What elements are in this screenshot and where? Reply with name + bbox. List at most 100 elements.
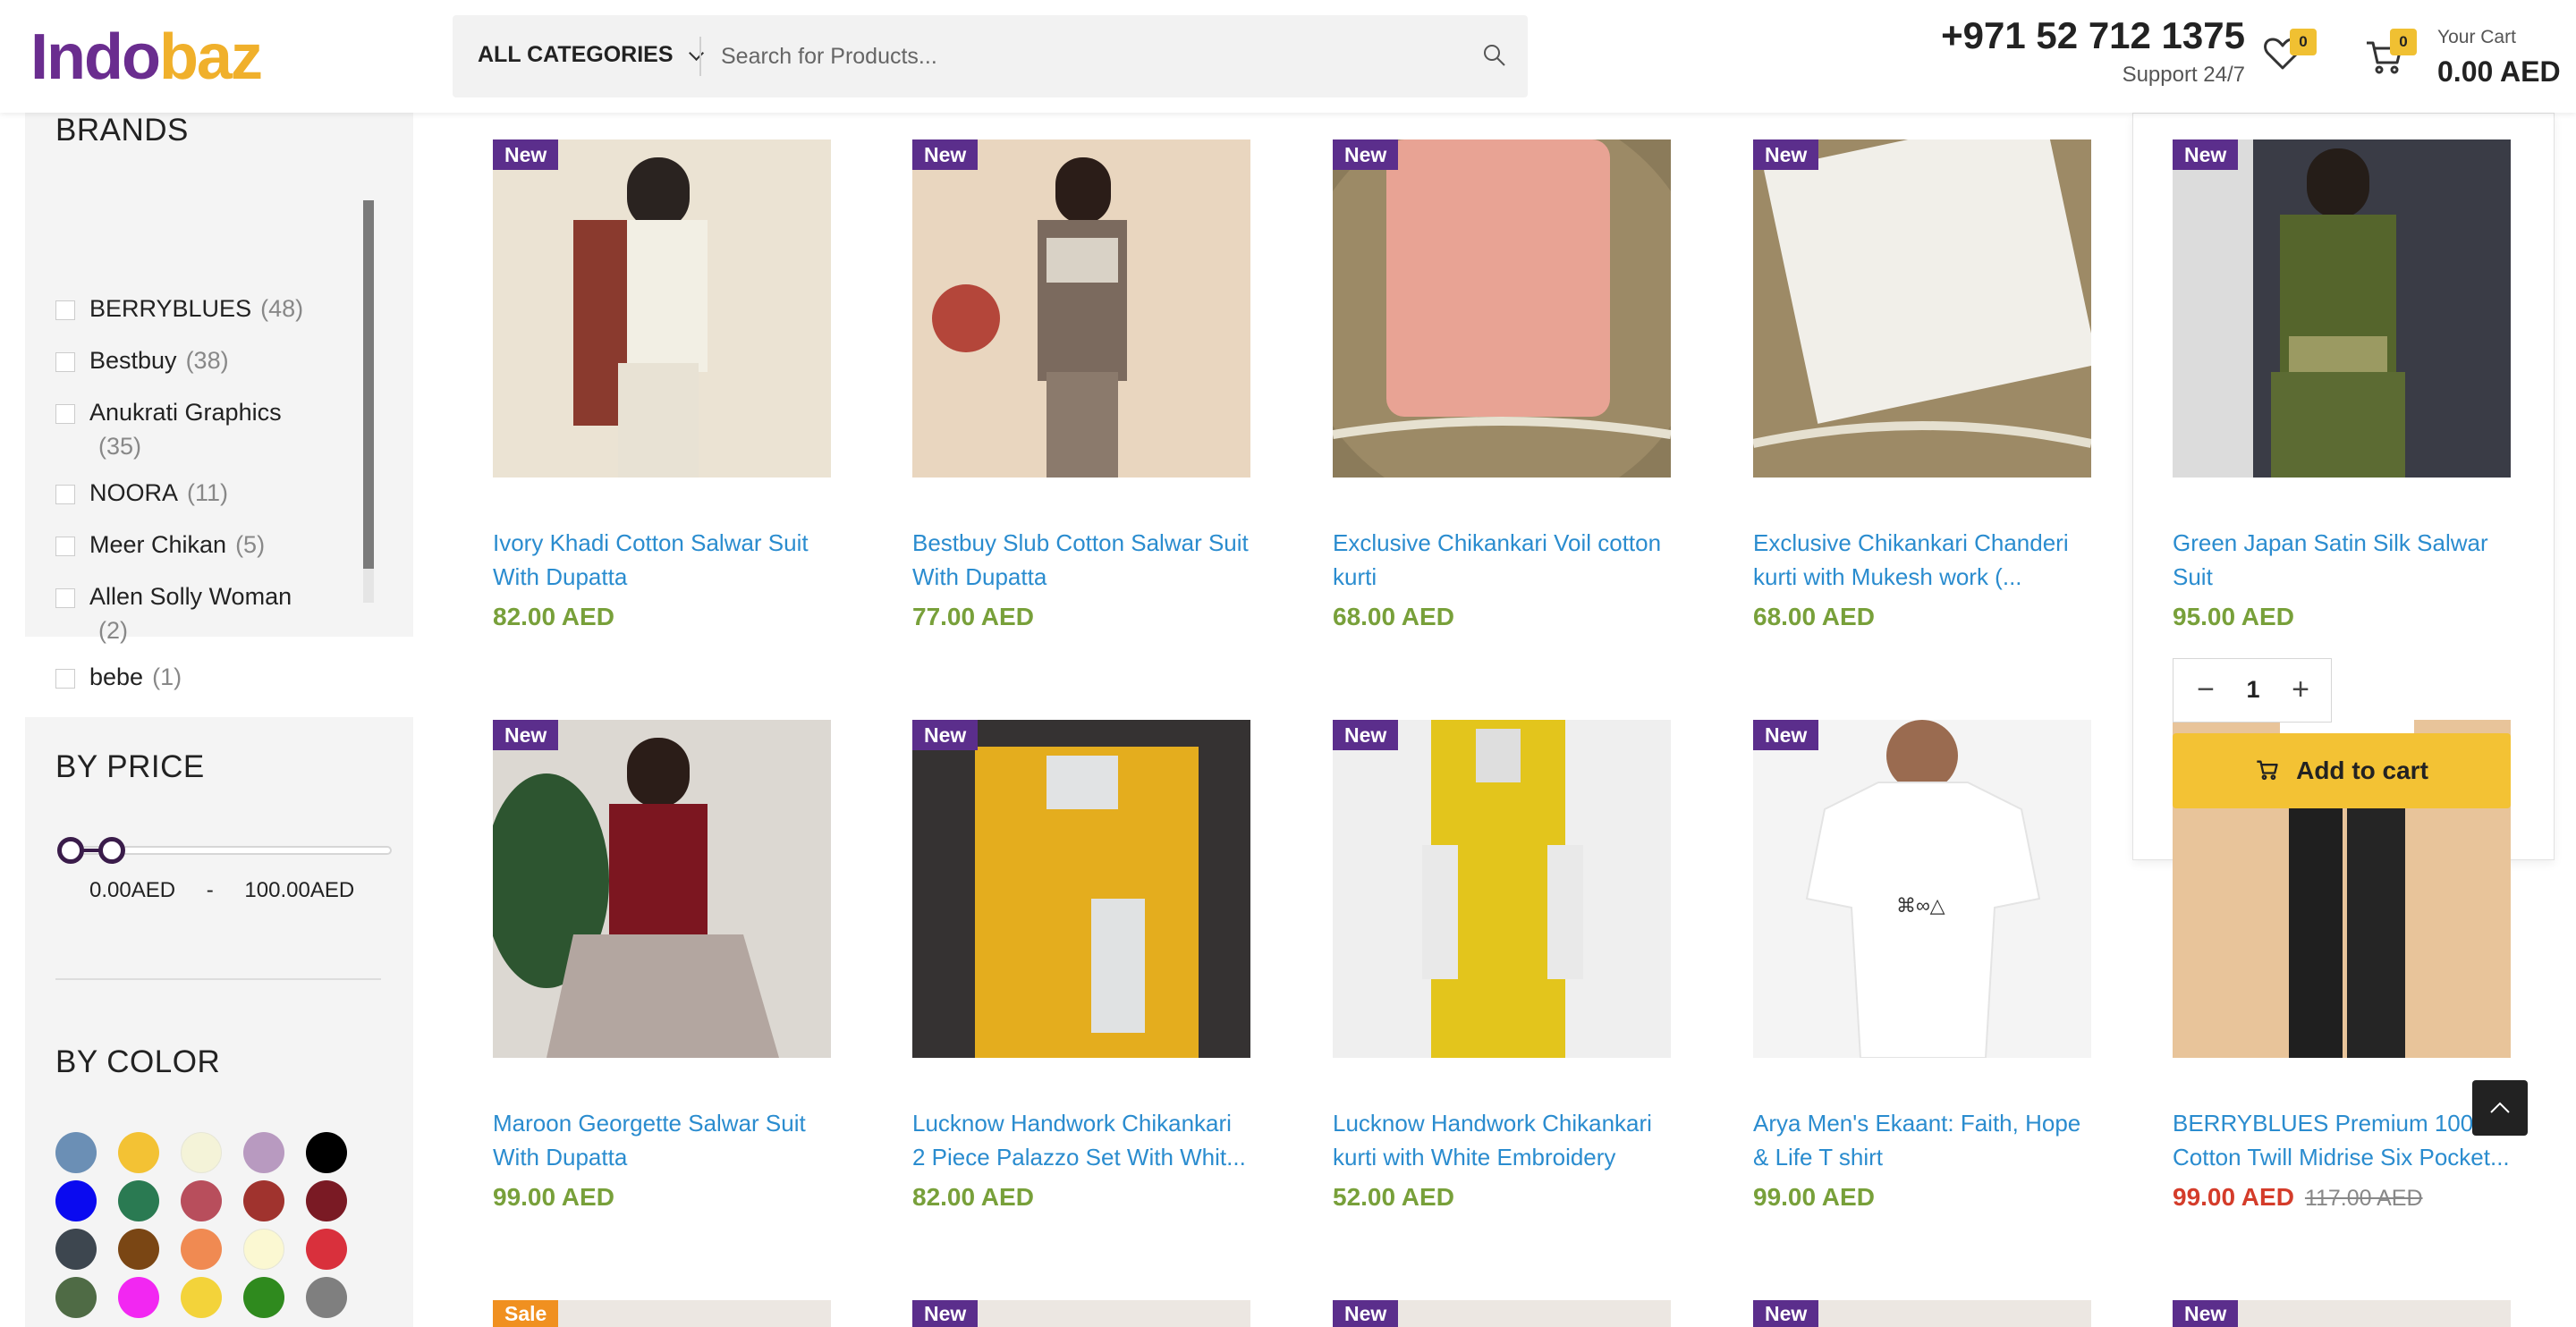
- quantity-decrease-button[interactable]: −: [2191, 674, 2220, 705]
- color-swatch[interactable]: [55, 1277, 97, 1318]
- product-card[interactable]: New: [1753, 1300, 2091, 1327]
- product-card[interactable]: New Exclusive Chikankari Voil cotton kur…: [1333, 139, 1671, 640]
- product-image[interactable]: [1333, 139, 1671, 478]
- brand-checkbox[interactable]: [55, 352, 75, 372]
- product-title[interactable]: Lucknow Handwork Chikankari 2 Piece Pala…: [912, 1106, 1250, 1174]
- color-swatch[interactable]: [181, 1180, 222, 1221]
- brand-name: Allen Solly Woman: [89, 583, 292, 610]
- product-title[interactable]: Maroon Georgette Salwar Suit With Dupatt…: [493, 1106, 831, 1174]
- price-title: BY PRICE: [55, 749, 205, 784]
- scroll-to-top-button[interactable]: [2472, 1080, 2528, 1136]
- product-card[interactable]: New Exclusive Chikankari Chanderi kurti …: [1753, 139, 2091, 640]
- category-dropdown[interactable]: ALL CATEGORIES: [478, 42, 704, 68]
- product-image[interactable]: [912, 139, 1250, 478]
- product-image[interactable]: [1333, 720, 1671, 1058]
- product-title[interactable]: Exclusive Chikankari Chanderi kurti with…: [1753, 526, 2091, 594]
- product-tag: New: [493, 720, 559, 750]
- product-image[interactable]: [2173, 139, 2511, 478]
- product-card[interactable]: New Green Japan Satin Silk Salwar Suit 9…: [2173, 139, 2511, 640]
- product-title[interactable]: Bestbuy Slub Cotton Salwar Suit With Dup…: [912, 526, 1250, 594]
- color-swatch[interactable]: [243, 1277, 284, 1318]
- product-title[interactable]: Arya Men's Ekaant: Faith, Hope & Life T …: [1753, 1106, 2091, 1174]
- color-swatch[interactable]: [55, 1180, 97, 1221]
- price-slider-min-handle[interactable]: [57, 837, 84, 864]
- product-tag: New: [912, 139, 979, 170]
- product-card[interactable]: Sale: [493, 1300, 831, 1327]
- color-swatch[interactable]: [306, 1180, 347, 1221]
- product-card[interactable]: New Ivory Khadi Cotton Salwar Suit With …: [493, 139, 831, 640]
- product-photo: [912, 139, 1250, 478]
- product-tag: New: [1753, 1300, 1819, 1327]
- color-swatch[interactable]: [243, 1180, 284, 1221]
- color-swatch[interactable]: [118, 1180, 159, 1221]
- brand-name: Bestbuy: [89, 347, 177, 374]
- product-title[interactable]: Green Japan Satin Silk Salwar Suit: [2173, 526, 2511, 594]
- quantity-input[interactable]: [2227, 672, 2279, 707]
- product-card[interactable]: New: [2173, 1300, 2511, 1327]
- product-image[interactable]: [493, 720, 831, 1058]
- color-swatch[interactable]: [118, 1132, 159, 1173]
- quantity-increase-button[interactable]: +: [2286, 674, 2315, 705]
- product-price: 99.00 AED: [1753, 1183, 1875, 1212]
- product-title[interactable]: Lucknow Handwork Chikankari kurti with W…: [1333, 1106, 1671, 1174]
- brand-checkbox[interactable]: [55, 588, 75, 608]
- color-swatch[interactable]: [181, 1132, 222, 1173]
- product-title[interactable]: Ivory Khadi Cotton Salwar Suit With Dupa…: [493, 526, 831, 594]
- color-swatch[interactable]: [243, 1229, 284, 1270]
- current-price: 95.00 AED: [2173, 603, 2294, 630]
- product-image[interactable]: [1753, 139, 2091, 478]
- cart-label[interactable]: Your Cart: [2437, 27, 2516, 48]
- color-swatch[interactable]: [306, 1229, 347, 1270]
- product-tag: New: [1333, 139, 1399, 170]
- add-to-cart-button[interactable]: Add to cart: [2173, 733, 2511, 808]
- product-card[interactable]: New Lucknow Handwork Chikankari 2 Piece …: [912, 720, 1250, 1221]
- color-swatch[interactable]: [243, 1132, 284, 1173]
- color-swatch[interactable]: [55, 1229, 97, 1270]
- brand-checkbox[interactable]: [55, 537, 75, 556]
- site-header: Indobaz ALL CATEGORIES +971 52 712 1375 …: [0, 0, 2576, 113]
- current-price: 52.00 AED: [1333, 1183, 1454, 1211]
- product-card[interactable]: New: [1333, 1300, 1671, 1327]
- brand-checkbox[interactable]: [55, 669, 75, 689]
- phone-number[interactable]: +971 52 712 1375: [1932, 14, 2245, 57]
- price-slider-max-handle[interactable]: [98, 837, 125, 864]
- color-swatch[interactable]: [55, 1132, 97, 1173]
- brand-checkbox[interactable]: [55, 300, 75, 320]
- product-title[interactable]: BERRYBLUES Premium 100% Cotton Twill Mid…: [2173, 1106, 2511, 1174]
- cart-count-badge: 0: [2390, 29, 2417, 55]
- product-image[interactable]: ⌘∞△: [1753, 720, 2091, 1058]
- product-card[interactable]: New: [912, 1300, 1250, 1327]
- color-swatch[interactable]: [306, 1132, 347, 1173]
- chevron-up-icon: [2490, 1102, 2510, 1113]
- product-price: 95.00 AED: [2173, 603, 2294, 631]
- product-price: 52.00 AED: [1333, 1183, 1454, 1212]
- brand-count: (5): [235, 531, 266, 558]
- color-swatch[interactable]: [118, 1229, 159, 1270]
- site-logo[interactable]: Indobaz: [30, 25, 263, 89]
- current-price: 82.00 AED: [912, 1183, 1034, 1211]
- product-card[interactable]: New Bestbuy Slub Cotton Salwar Suit With…: [912, 139, 1250, 640]
- product-image[interactable]: [912, 720, 1250, 1058]
- color-swatch[interactable]: [306, 1277, 347, 1318]
- brand-count: (48): [260, 295, 304, 322]
- svg-text:⌘∞△: ⌘∞△: [1896, 894, 1945, 917]
- cart-total[interactable]: 0.00 AED: [2437, 55, 2561, 89]
- product-image[interactable]: [493, 139, 831, 478]
- color-swatch[interactable]: [118, 1277, 159, 1318]
- product-card[interactable]: New Maroon Georgette Salwar Suit With Du…: [493, 720, 831, 1221]
- brand-checkbox[interactable]: [55, 404, 75, 424]
- filter-divider: [55, 978, 381, 980]
- brand-checkbox[interactable]: [55, 485, 75, 504]
- product-title[interactable]: Exclusive Chikankari Voil cotton kurti: [1333, 526, 1671, 594]
- search-input[interactable]: [721, 31, 1436, 81]
- search-icon[interactable]: [1481, 42, 1508, 69]
- product-card[interactable]: New Lucknow Handwork Chikankari kurti wi…: [1333, 720, 1671, 1221]
- product-card[interactable]: ⌘∞△ New Arya Men's Ekaant: Faith, Hope &…: [1753, 720, 2091, 1221]
- color-swatch[interactable]: [181, 1229, 222, 1270]
- product-tag: New: [2173, 139, 2239, 170]
- scrollbar-thumb[interactable]: [363, 200, 374, 569]
- color-swatch[interactable]: [181, 1277, 222, 1318]
- brand-list-scrollbar[interactable]: [363, 200, 374, 603]
- add-to-cart-label: Add to cart: [2296, 756, 2428, 784]
- price-range-label: 0.00AED - 100.00AED: [89, 878, 354, 903]
